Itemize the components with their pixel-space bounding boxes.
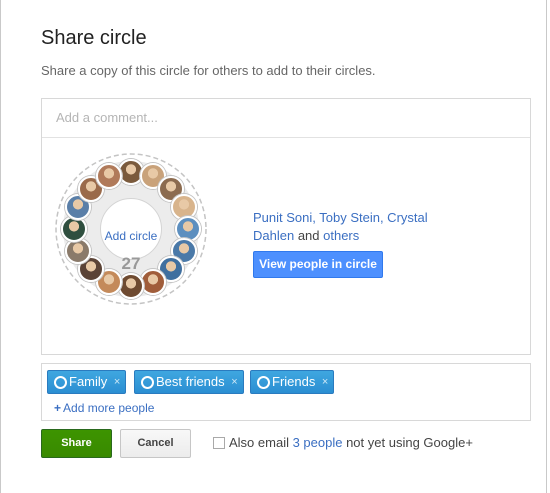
- remove-icon[interactable]: ×: [231, 371, 237, 393]
- email-suffix: not yet using Google+: [342, 435, 473, 450]
- chip-family[interactable]: Family ×: [47, 370, 127, 394]
- email-people-link[interactable]: 3 people: [293, 435, 343, 450]
- view-people-button[interactable]: View people in circle: [253, 251, 383, 278]
- others-link[interactable]: others: [323, 228, 359, 243]
- add-more-people-link[interactable]: + Add more people: [54, 401, 154, 415]
- circle-ring-icon: [54, 376, 67, 389]
- add-circle-label[interactable]: Add circle: [54, 229, 208, 243]
- chip-label: Family: [69, 374, 108, 389]
- email-option: Also email 3 people not yet using Google…: [213, 435, 473, 450]
- member-avatar: [118, 273, 144, 299]
- circle-people-summary: Punit Soni, Toby Stein, Crystal Dahlen a…: [253, 209, 453, 245]
- plus-icon: +: [54, 401, 62, 415]
- circle-member-count: 27: [121, 254, 141, 273]
- comment-input[interactable]: [54, 109, 518, 126]
- remove-icon[interactable]: ×: [322, 371, 328, 393]
- chip-best-friends[interactable]: Best friends ×: [134, 370, 244, 394]
- dialog-subtitle: Share a copy of this circle for others t…: [41, 63, 376, 78]
- dialog-right-border: [546, 0, 547, 493]
- add-more-label: Add more people: [63, 401, 155, 415]
- and-text: and: [294, 228, 324, 243]
- comment-area: [42, 99, 530, 138]
- remove-icon[interactable]: ×: [114, 371, 120, 393]
- email-prefix: Also email: [229, 435, 293, 450]
- chip-friends[interactable]: Friends ×: [250, 370, 335, 394]
- circle-ring-icon: [257, 376, 270, 389]
- dialog-title: Share circle: [41, 27, 147, 49]
- cancel-button[interactable]: Cancel: [120, 429, 191, 458]
- email-checkbox[interactable]: [213, 437, 225, 449]
- audience-box: Family × Best friends × Friends × + Add m…: [41, 363, 531, 421]
- chip-label: Friends: [272, 374, 316, 389]
- share-content-box: Add circle 27 Punit Soni, Toby Stein, Cr…: [41, 98, 531, 355]
- circle-ring-icon: [141, 376, 154, 389]
- dialog-left-border: [0, 0, 1, 493]
- share-button[interactable]: Share: [41, 429, 112, 458]
- chip-label: Best friends: [156, 374, 225, 389]
- circle-graphic: Add circle 27: [54, 152, 208, 306]
